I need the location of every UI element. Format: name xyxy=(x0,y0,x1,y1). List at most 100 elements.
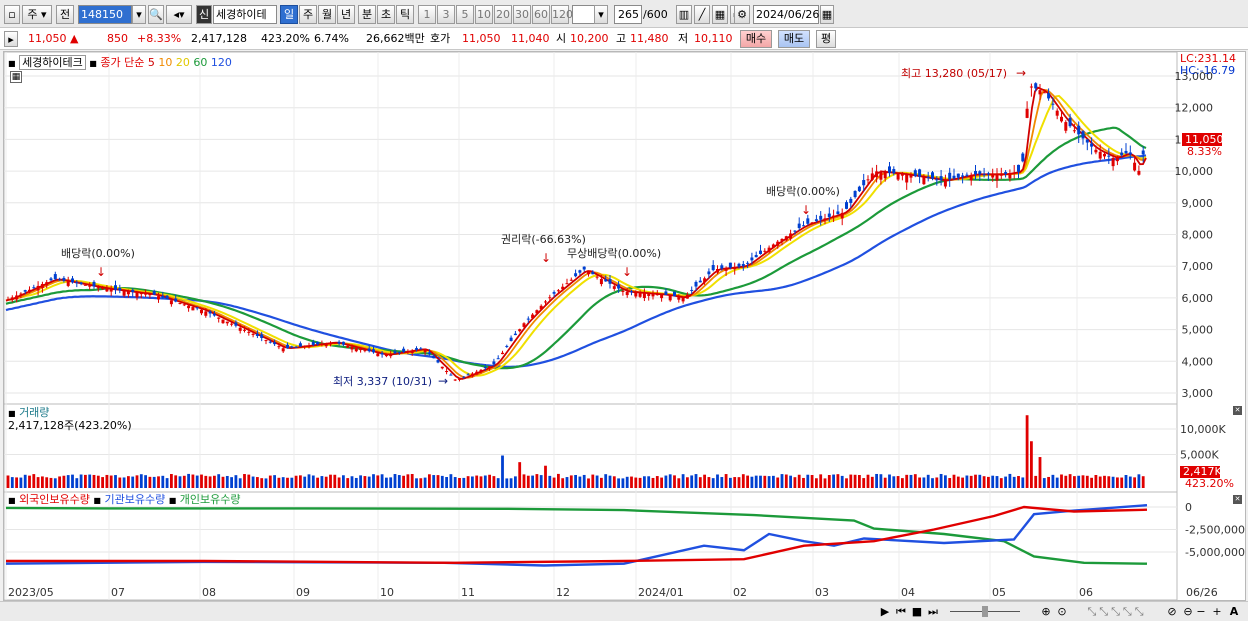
ma-20-label: 20 xyxy=(175,56,190,69)
high-annotation: 최고 13,280 (05/17) xyxy=(901,67,1007,80)
volume-bar xyxy=(139,474,143,488)
interval-10[interactable]: 10 xyxy=(475,5,493,24)
volume-bar xyxy=(79,474,83,488)
interval-30[interactable]: 30 xyxy=(513,5,531,24)
period-month[interactable]: 월 xyxy=(318,5,336,24)
period-select[interactable]: 주 ▾ xyxy=(22,5,52,24)
stop-icon[interactable]: ■ xyxy=(911,604,923,619)
minus-icon[interactable]: − xyxy=(1196,604,1206,619)
period-tick[interactable]: 틱 xyxy=(396,5,414,24)
zoom-icon[interactable]: ⊖ xyxy=(1182,604,1194,619)
grid-icon[interactable]: ▦ xyxy=(712,5,728,24)
interval-dropdown-icon[interactable]: ▾ xyxy=(594,5,608,24)
price-y-tick: 4,000 xyxy=(1182,355,1214,368)
volume-bar xyxy=(548,475,552,488)
volume-bar xyxy=(329,474,332,488)
candle-body xyxy=(952,175,956,179)
candle-body xyxy=(1004,172,1008,174)
search-icon[interactable]: 🔍 xyxy=(148,5,164,24)
candle-body xyxy=(780,238,784,241)
draw-tools-icons[interactable]: ⤡⤡⤡⤡⤡ xyxy=(1072,604,1162,619)
zoom-reset-icon[interactable]: ⊙ xyxy=(1056,604,1068,619)
bottom-scroll-bar: ▶ ⏮ ■ ⏭ ⊕ ⊙ ⤡⤡⤡⤡⤡ ⊘ ⊖ − + A xyxy=(0,601,1248,621)
main-toolbar: ▫ 주 ▾ 전 148150 ▾ 🔍 ◂▾ 신 세경하이테 일 주 월 년 분 … xyxy=(0,0,1248,28)
buy-button[interactable]: 매수 xyxy=(740,30,772,48)
ask-label: 호가 xyxy=(430,32,451,45)
low-arrow-icon: → xyxy=(438,374,448,388)
window-menu-icon[interactable]: ▫ xyxy=(4,5,20,24)
close-volume-panel-icon[interactable]: ✕ xyxy=(1233,406,1242,415)
volume-bar xyxy=(797,474,801,488)
holding-header: ■ 외국인보유수량 ■ 기관보유수량 ■ 개인보유수량 xyxy=(8,493,241,507)
zoom-out-magnify-icon[interactable]: ⊘ xyxy=(1166,604,1178,619)
candle-body xyxy=(316,341,320,345)
scroll-right-icon[interactable]: ▶ xyxy=(879,604,891,619)
candle-body xyxy=(200,309,203,314)
candle-body xyxy=(281,348,285,352)
candle-body xyxy=(1081,131,1085,139)
institution-holding-label: 기관보유수량 xyxy=(104,493,166,506)
volume-bar xyxy=(1073,476,1076,488)
period-day[interactable]: 일 xyxy=(280,5,298,24)
candle-body xyxy=(303,345,307,347)
info-icon[interactable]: ▸ xyxy=(4,31,18,47)
stock-name-field: 세경하이테 xyxy=(213,5,277,24)
candle-body xyxy=(488,366,492,369)
eval-button[interactable]: 평 xyxy=(816,30,836,48)
volume-bar xyxy=(71,474,74,488)
volume-bar xyxy=(436,475,440,488)
stock-label[interactable]: 세경하이테크 xyxy=(19,55,86,70)
chart-area[interactable]: 13,00012,00011,00010,0009,0008,0007,0006… xyxy=(3,51,1246,601)
date-input[interactable]: 2024/06/26 xyxy=(753,5,819,24)
period-year[interactable]: 년 xyxy=(337,5,355,24)
code-dropdown-icon[interactable]: ▾ xyxy=(132,5,146,24)
plus-icon[interactable]: + xyxy=(1212,604,1222,619)
candle-body xyxy=(449,374,453,376)
candle-body xyxy=(406,351,410,353)
chart-canvas[interactable]: 13,00012,00011,00010,0009,0008,0007,0006… xyxy=(3,51,1247,602)
interval-3[interactable]: 3 xyxy=(437,5,455,24)
candle-body xyxy=(1042,92,1046,94)
interval-5[interactable]: 5 xyxy=(456,5,474,24)
volume-bar xyxy=(376,475,380,488)
prev-button[interactable]: 전 xyxy=(56,5,74,24)
data-count-input[interactable]: 265 xyxy=(614,5,642,24)
period-second[interactable]: 초 xyxy=(377,5,395,24)
candle-body xyxy=(552,292,556,294)
magnify-icon[interactable]: ⊕ xyxy=(1040,604,1052,619)
stock-code-input[interactable]: 148150 xyxy=(78,5,132,24)
candle-body xyxy=(1124,150,1128,154)
volume-bar xyxy=(200,474,203,488)
font-size-icon[interactable]: A xyxy=(1228,604,1240,619)
period-week[interactable]: 주 xyxy=(299,5,317,24)
candle-body xyxy=(961,175,965,177)
candle-body xyxy=(673,291,676,297)
draw-tool-icon[interactable]: ╱ xyxy=(694,5,710,24)
period-minute[interactable]: 분 xyxy=(358,5,376,24)
close-holding-panel-icon[interactable]: ✕ xyxy=(1233,495,1242,504)
zoom-slider-handle[interactable] xyxy=(982,606,988,617)
volume-bar xyxy=(569,475,573,488)
sell-button[interactable]: 매도 xyxy=(778,30,810,48)
speaker-icon[interactable]: ◂▾ xyxy=(166,5,192,24)
scroll-last-icon[interactable]: ⏭ xyxy=(927,604,939,619)
table-toggle-icon[interactable]: ▦ xyxy=(10,71,22,83)
interval-120[interactable]: 120 xyxy=(551,5,573,24)
candle-body xyxy=(402,348,406,352)
calendar-icon[interactable]: ▦ xyxy=(820,5,834,24)
individual-holding-label: 개인보유수량 xyxy=(179,493,241,506)
candle-type-icon[interactable]: ▥ xyxy=(676,5,692,24)
interval-1[interactable]: 1 xyxy=(418,5,436,24)
volume-bar xyxy=(320,476,324,488)
volume-bar xyxy=(982,476,986,488)
candle-body xyxy=(741,264,745,267)
interval-20[interactable]: 20 xyxy=(494,5,512,24)
settings-gear-icon[interactable]: ⚙ xyxy=(734,5,750,24)
ma-5-label: 5 xyxy=(147,56,155,69)
candle-body xyxy=(62,277,66,281)
candle-body xyxy=(866,179,870,181)
interval-60[interactable]: 60 xyxy=(532,5,550,24)
scroll-first-icon[interactable]: ⏮ xyxy=(895,604,907,619)
candle-body xyxy=(217,317,221,319)
ma-60-label: 60 xyxy=(193,56,208,69)
